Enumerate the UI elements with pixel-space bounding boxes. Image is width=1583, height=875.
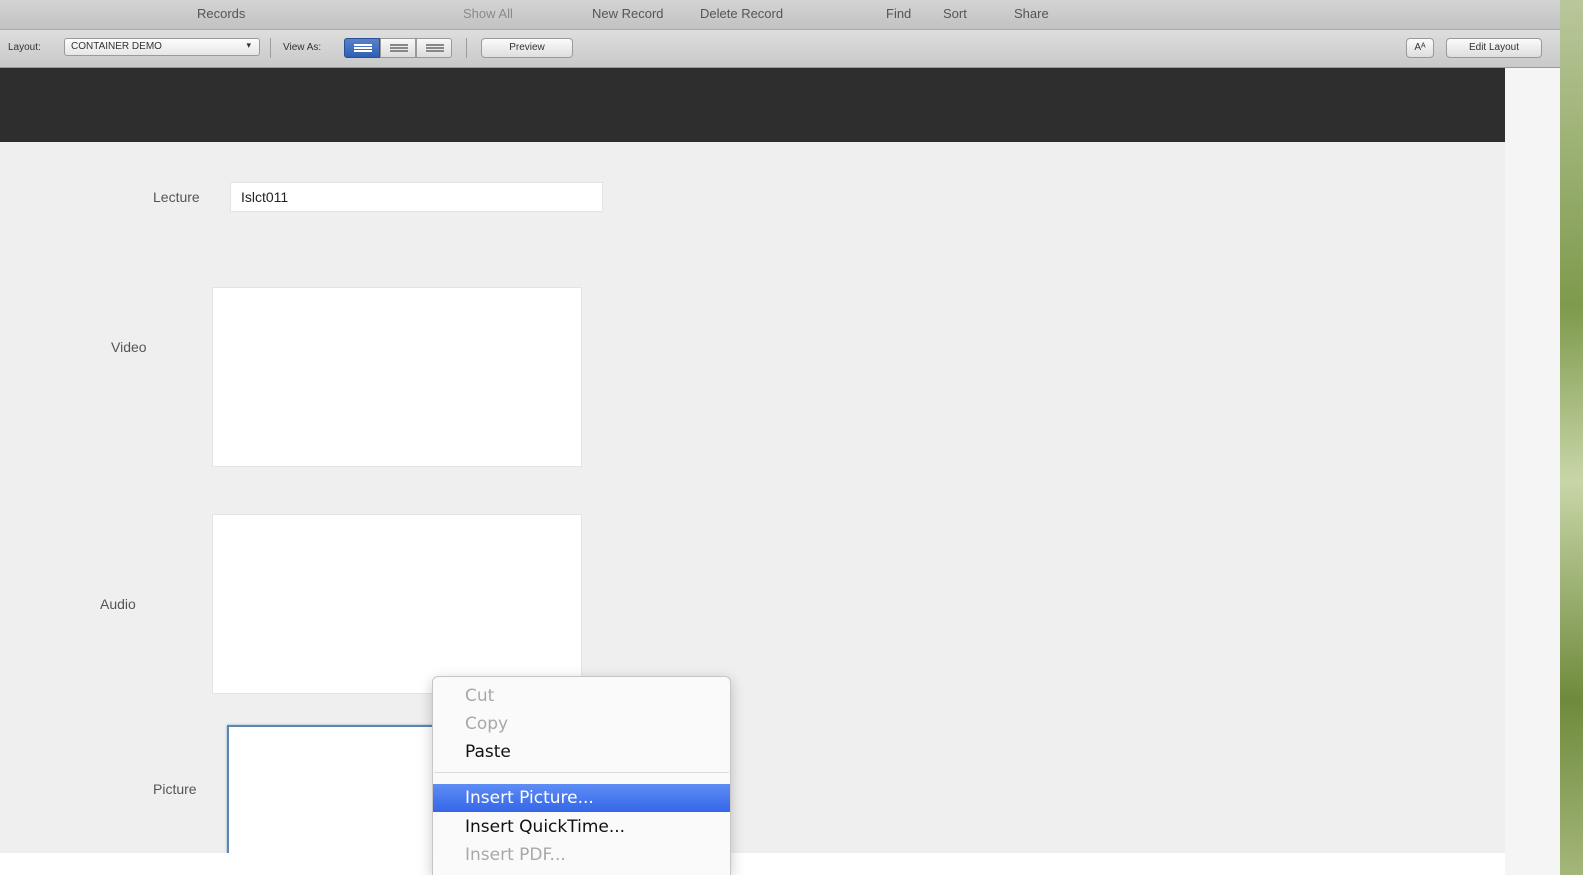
toolbar-divider [466, 38, 467, 58]
menu-item-insert-quicktime[interactable]: Insert QuickTime... [433, 813, 730, 841]
toolbar-divider [270, 38, 271, 58]
view-as-label: View As: [283, 42, 322, 53]
audio-container-field[interactable] [212, 514, 582, 694]
records-label: Records [197, 6, 246, 21]
context-menu: Cut Copy Paste Insert Picture... Insert … [432, 676, 731, 875]
menu-item-copy[interactable]: Copy [433, 710, 730, 738]
layout-select[interactable]: CONTAINER DEMO ▾ [64, 38, 260, 56]
window-gutter [1505, 68, 1560, 875]
status-toolbar: Records Show All New Record Delete Recor… [0, 0, 1560, 30]
desktop-background [1560, 0, 1583, 875]
table-view-icon [426, 44, 444, 53]
lecture-field-value: Islct011 [241, 189, 289, 205]
new-record-button[interactable]: New Record [592, 6, 664, 21]
delete-record-button[interactable]: Delete Record [700, 6, 783, 21]
table-view-button[interactable] [416, 38, 452, 58]
share-button[interactable]: Share [1014, 6, 1049, 21]
layout-header [0, 68, 1505, 142]
chevron-down-icon: ▾ [246, 40, 251, 50]
status-area [0, 853, 1505, 875]
layout-label: Layout: [8, 42, 41, 53]
menu-separator [434, 772, 729, 773]
menu-item-paste[interactable]: Paste [433, 738, 730, 766]
form-body: Lecture Islct011 Video Audio Picture [0, 142, 1505, 875]
video-container-field[interactable] [212, 287, 582, 467]
app-window: Records Show All New Record Delete Recor… [0, 0, 1583, 875]
layout-bar: Layout: CONTAINER DEMO ▾ View As: Previe… [0, 30, 1560, 68]
preview-button[interactable]: Preview [481, 38, 573, 58]
menu-item-cut[interactable]: Cut [433, 682, 730, 710]
layout-select-value: CONTAINER DEMO [71, 41, 162, 52]
form-view-icon [354, 44, 372, 53]
lecture-field[interactable]: Islct011 [230, 182, 603, 212]
sort-button[interactable]: Sort [943, 6, 967, 21]
font-size-button[interactable]: Aᴬ [1406, 38, 1434, 58]
audio-label: Audio [100, 596, 136, 612]
find-button[interactable]: Find [886, 6, 911, 21]
edit-layout-button[interactable]: Edit Layout [1446, 38, 1542, 58]
video-label: Video [111, 339, 147, 355]
lecture-label: Lecture [153, 189, 200, 205]
list-view-button[interactable] [380, 38, 416, 58]
list-view-icon [390, 44, 408, 53]
menu-item-insert-picture[interactable]: Insert Picture... [433, 784, 730, 812]
show-all-button[interactable]: Show All [463, 6, 513, 21]
menu-item-insert-pdf[interactable]: Insert PDF... [433, 841, 730, 869]
picture-label: Picture [153, 781, 197, 797]
form-view-button[interactable] [344, 38, 380, 58]
